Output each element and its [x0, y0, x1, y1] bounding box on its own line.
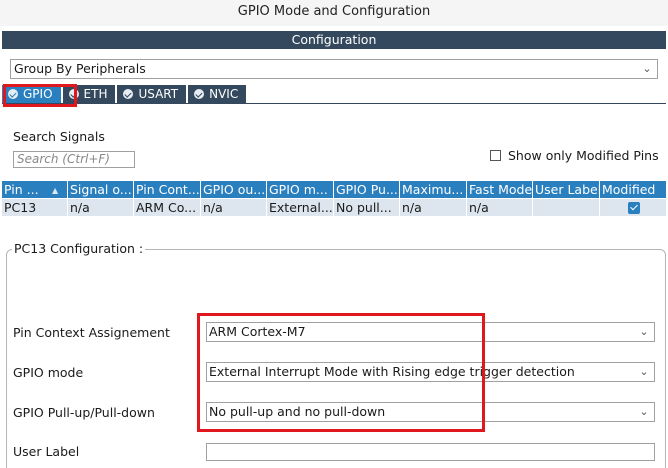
cell-gpio-output: n/a	[201, 199, 267, 216]
check-circle-icon	[123, 89, 134, 99]
user-label-input[interactable]	[206, 443, 655, 461]
column-header-pin[interactable]: Pin ... ▲	[2, 181, 68, 198]
chevron-down-icon: ⌄	[639, 405, 649, 418]
column-header-gpio-pull[interactable]: GPIO Pu...	[334, 181, 400, 198]
gpio-tab-highlight	[3, 84, 77, 107]
sort-arrow-icon: ▲	[52, 186, 59, 195]
pin-table-header: Pin ... ▲ Signal o... Pin Cont... GPIO ou…	[2, 181, 666, 198]
cell-signal: n/a	[68, 199, 134, 216]
search-input[interactable]: Search (Ctrl+F)	[13, 151, 135, 168]
chevron-down-icon: ⌄	[639, 365, 649, 378]
cell-pin: PC13	[2, 199, 68, 216]
user-label-label: User Label	[13, 444, 80, 459]
cell-fast-mode: n/a	[467, 199, 533, 216]
column-header-signal[interactable]: Signal o...	[68, 181, 134, 198]
column-header-user-label[interactable]: User Label	[533, 181, 600, 198]
cell-pin-context: ARM Co...	[134, 199, 201, 216]
search-signals-label: Search Signals	[13, 129, 105, 144]
cell-gpio-mode: External...	[269, 199, 334, 216]
group-by-value: Group By Peripherals	[14, 61, 146, 76]
pin-configuration-legend: PC13 Configuration :	[12, 241, 146, 256]
cell-maximum: n/a	[400, 199, 467, 216]
config-highlight-box	[197, 313, 485, 432]
check-circle-icon	[194, 89, 205, 99]
cell-user-label	[533, 199, 600, 216]
modified-checkbox[interactable]	[628, 201, 640, 214]
chevron-down-icon: ⌄	[642, 62, 652, 75]
column-header-maximum[interactable]: Maximu...	[400, 181, 467, 198]
cell-gpio-pull: No pull...	[334, 199, 400, 216]
show-modified-label: Show only Modified Pins	[508, 148, 659, 163]
cell-modified	[600, 199, 666, 216]
column-header-fast-mode[interactable]: Fast Mode	[467, 181, 533, 198]
column-header-pin-context[interactable]: Pin Cont...	[134, 181, 201, 198]
tab-label: USART	[138, 87, 179, 101]
column-header-gpio-mode[interactable]: GPIO m...	[267, 181, 334, 198]
chevron-down-icon: ⌄	[639, 325, 649, 338]
window-title: GPIO Mode and Configuration	[0, 0, 668, 26]
tab-label: NVIC	[209, 87, 239, 101]
column-header-modified[interactable]: Modified	[600, 181, 666, 198]
tab-nvic[interactable]: NVIC	[188, 85, 247, 103]
gpio-pull-label: GPIO Pull-up/Pull-down	[13, 405, 155, 420]
gpio-mode-label: GPIO mode	[13, 365, 84, 380]
tab-divider	[2, 103, 666, 104]
pin-context-label: Pin Context Assignement	[13, 325, 170, 340]
tab-label: ETH	[83, 87, 108, 101]
configuration-header: Configuration	[2, 31, 666, 49]
tab-usart[interactable]: USART	[117, 85, 187, 103]
group-by-dropdown[interactable]: Group By Peripherals ⌄	[10, 59, 658, 79]
show-modified-checkbox[interactable]	[490, 150, 501, 161]
column-header-gpio-output[interactable]: GPIO ou...	[201, 181, 267, 198]
table-row[interactable]: PC13 n/a ARM Co... n/a External... No pu…	[2, 199, 666, 216]
